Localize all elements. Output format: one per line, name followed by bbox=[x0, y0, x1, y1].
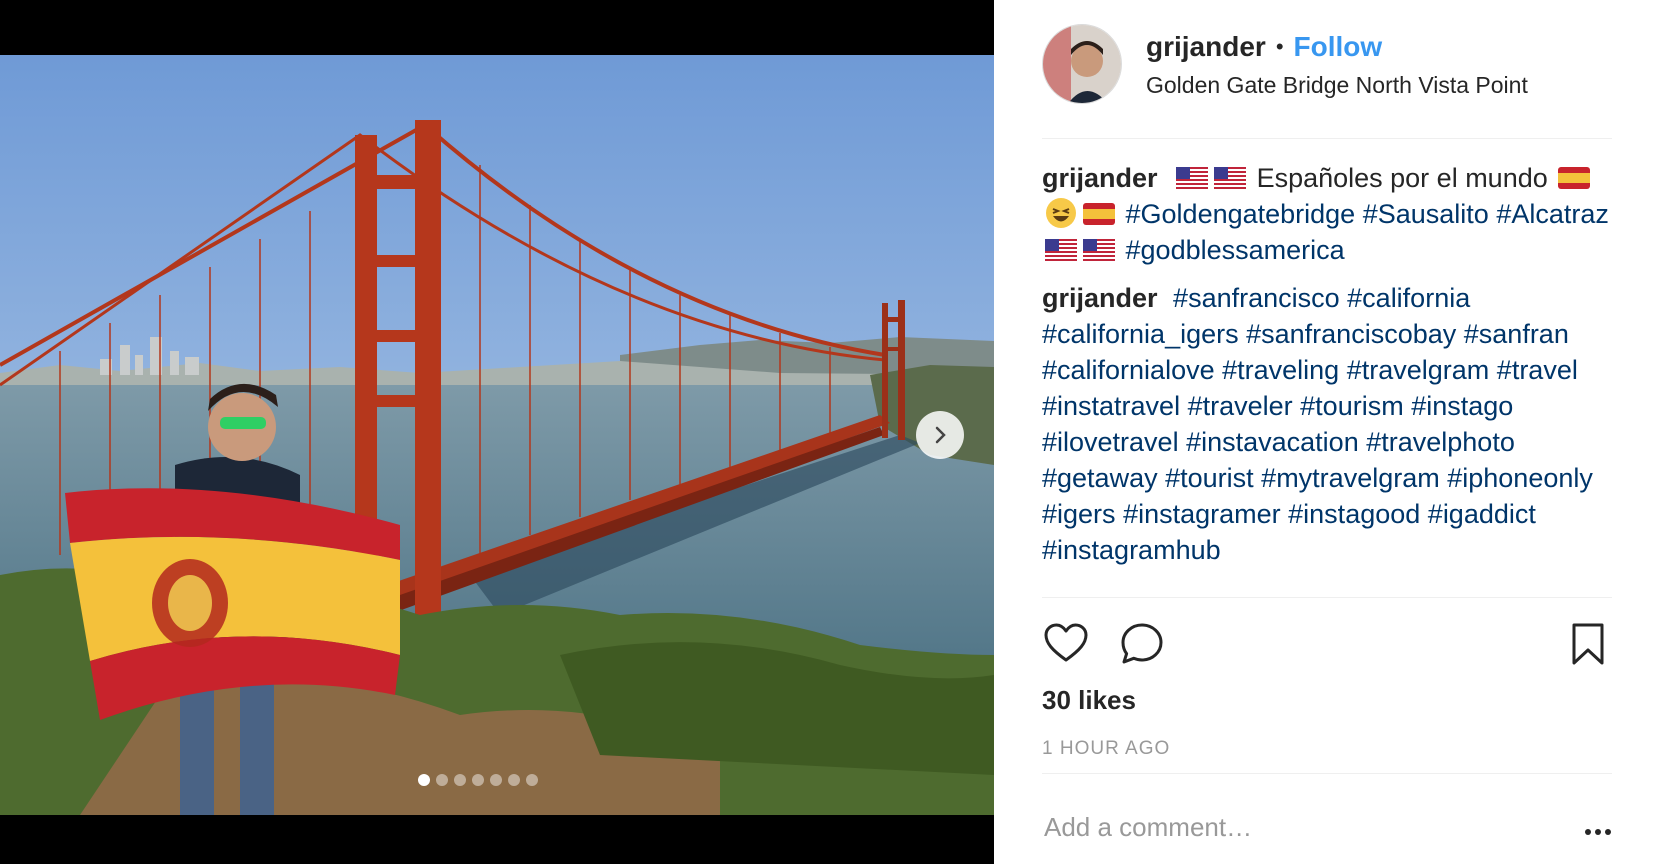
add-comment-input[interactable] bbox=[1044, 812, 1544, 843]
carousel-dot bbox=[526, 774, 538, 786]
hashtag-link[interactable]: #travel bbox=[1497, 355, 1578, 385]
save-button[interactable] bbox=[1564, 620, 1612, 668]
action-bar bbox=[1042, 620, 1612, 668]
hashtag-link[interactable]: #travelphoto bbox=[1366, 427, 1515, 457]
hashtag-link[interactable]: #instago bbox=[1411, 391, 1513, 421]
comments-divider bbox=[1042, 597, 1612, 598]
us-flag-icon bbox=[1045, 239, 1077, 261]
header-divider bbox=[1042, 138, 1612, 139]
us-flag-icon bbox=[1214, 167, 1247, 189]
instagram-post: grijander • Follow Golden Gate Bridge No… bbox=[0, 0, 1654, 864]
post-sidebar: grijander • Follow Golden Gate Bridge No… bbox=[994, 0, 1654, 864]
location-link[interactable]: Golden Gate Bridge North Vista Point bbox=[1146, 72, 1528, 99]
hashtag-link[interactable]: #instagramhub bbox=[1042, 535, 1221, 565]
follow-button[interactable]: Follow bbox=[1294, 30, 1383, 64]
post-timestamp[interactable]: 1 HOUR AGO bbox=[1042, 738, 1170, 760]
hashtag-link[interactable]: #tourist bbox=[1165, 463, 1254, 493]
hashtag-link[interactable]: #igers bbox=[1042, 499, 1116, 529]
spain-flag-icon bbox=[1558, 167, 1591, 189]
hashtag-link[interactable]: #travelgram bbox=[1347, 355, 1490, 385]
carousel-dot bbox=[454, 774, 466, 786]
hashtag-link[interactable]: #california bbox=[1347, 283, 1470, 313]
hashtag-link[interactable]: #tourism bbox=[1300, 391, 1404, 421]
next-slide-button[interactable] bbox=[916, 411, 964, 459]
carousel-dot bbox=[418, 774, 430, 786]
hashtag-link[interactable]: #godblessamerica bbox=[1126, 235, 1345, 265]
hashtag-link[interactable]: #instatravel bbox=[1042, 391, 1180, 421]
hashtag-link[interactable]: #sanfrancisco bbox=[1173, 283, 1340, 313]
hashtag-link[interactable]: #Sausalito bbox=[1363, 199, 1489, 229]
carousel-indicator bbox=[418, 774, 538, 786]
us-flag-icon bbox=[1083, 239, 1115, 261]
hashtag-link[interactable]: #mytravelgram bbox=[1261, 463, 1440, 493]
comments-list: grijander Españoles por el mundo #Golden… bbox=[1042, 160, 1617, 597]
post-photo[interactable] bbox=[0, 55, 994, 815]
chevron-right-icon bbox=[935, 426, 946, 444]
separator-dot: • bbox=[1275, 33, 1284, 59]
carousel-dot bbox=[436, 774, 448, 786]
carousel-dot bbox=[472, 774, 484, 786]
comment-username[interactable]: grijander bbox=[1042, 163, 1158, 193]
hashtag-link[interactable]: #california_igers bbox=[1042, 319, 1239, 349]
like-button[interactable] bbox=[1042, 620, 1090, 668]
hashtag-link[interactable]: #ilovetravel bbox=[1042, 427, 1179, 457]
hashtag-list: #sanfrancisco #california #california_ig… bbox=[1042, 283, 1593, 565]
username-link[interactable]: grijander bbox=[1146, 30, 1266, 64]
avatar[interactable] bbox=[1042, 24, 1122, 104]
hashtag-link[interactable]: #Alcatraz bbox=[1496, 199, 1609, 229]
bookmark-icon bbox=[1572, 623, 1604, 665]
hashtag-link[interactable]: #instavacation bbox=[1186, 427, 1359, 457]
hashtag-link[interactable]: #getaway bbox=[1042, 463, 1158, 493]
post-header: grijander • Follow Golden Gate Bridge No… bbox=[1042, 22, 1612, 106]
carousel-dot bbox=[490, 774, 502, 786]
header-user-row: grijander • Follow bbox=[1146, 30, 1528, 64]
caption-text: Españoles por el mundo bbox=[1256, 163, 1548, 193]
hashtag-link[interactable]: #instagramer bbox=[1123, 499, 1281, 529]
more-options-icon[interactable] bbox=[1582, 822, 1614, 842]
caption-comment: grijander Españoles por el mundo #Golden… bbox=[1042, 160, 1617, 268]
heart-icon bbox=[1044, 623, 1088, 662]
spain-flag-icon bbox=[1083, 203, 1115, 225]
hashtag-link[interactable]: #Goldengatebridge bbox=[1126, 199, 1356, 229]
hashtag-link[interactable]: #traveling bbox=[1222, 355, 1339, 385]
like-count[interactable]: 30 likes bbox=[1042, 685, 1136, 716]
hashtag-link[interactable]: #sanfranciscobay bbox=[1246, 319, 1456, 349]
hashtag-comment: grijander #sanfrancisco #california #cal… bbox=[1042, 280, 1617, 568]
us-flag-icon bbox=[1176, 167, 1209, 189]
hashtag-link[interactable]: #californialove bbox=[1042, 355, 1215, 385]
comment-button[interactable] bbox=[1118, 620, 1166, 668]
comment-username[interactable]: grijander bbox=[1042, 283, 1158, 313]
carousel-dot bbox=[508, 774, 520, 786]
hashtag-link[interactable]: #igaddict bbox=[1428, 499, 1536, 529]
hashtag-link[interactable]: #sanfran bbox=[1464, 319, 1569, 349]
post-media bbox=[0, 0, 994, 864]
comment-divider bbox=[1042, 773, 1612, 774]
hashtag-link[interactable]: #instagood bbox=[1288, 499, 1420, 529]
comment-bubble-icon bbox=[1121, 623, 1163, 664]
header-text: grijander • Follow Golden Gate Bridge No… bbox=[1146, 30, 1528, 99]
hashtag-link[interactable]: #traveler bbox=[1188, 391, 1293, 421]
hashtag-link[interactable]: #iphoneonly bbox=[1447, 463, 1593, 493]
laughing-face-icon bbox=[1046, 198, 1076, 228]
